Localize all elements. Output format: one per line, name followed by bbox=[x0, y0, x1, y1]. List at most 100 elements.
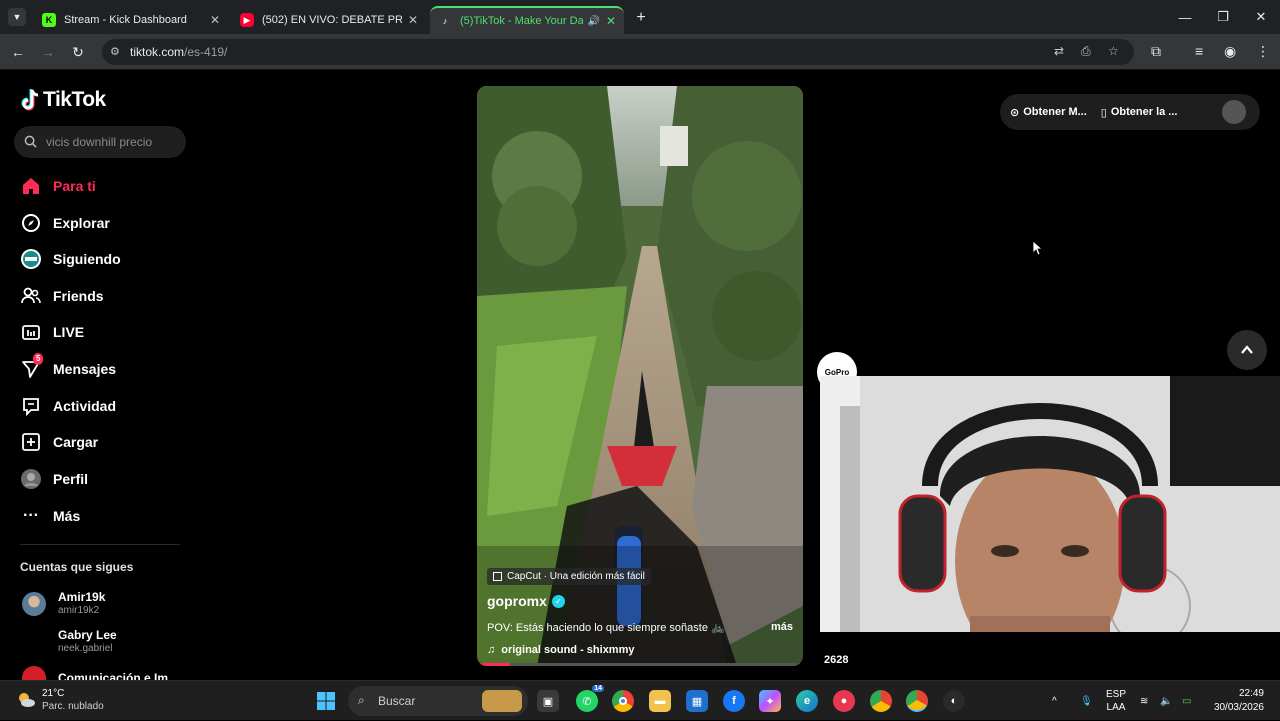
plus-icon: + bbox=[636, 9, 646, 26]
chrome-icon[interactable] bbox=[612, 690, 634, 712]
scroll-up-button[interactable] bbox=[1227, 330, 1267, 370]
extensions-icon[interactable]: ⧉ bbox=[1151, 43, 1161, 60]
tab-title: Stream - Kick Dashboard bbox=[64, 14, 187, 26]
microphone-icon[interactable]: 🎙 bbox=[1080, 681, 1093, 721]
avatar bbox=[22, 629, 46, 654]
close-icon[interactable]: ✕ bbox=[210, 13, 220, 27]
description-text: POV: Estás haciendo lo que siempre soñas… bbox=[487, 622, 725, 634]
minimize-button[interactable]: — bbox=[1166, 0, 1204, 34]
following-account[interactable]: Amir19k amir19k2 bbox=[22, 590, 105, 617]
close-icon[interactable]: ✕ bbox=[408, 13, 418, 27]
task-view-icon[interactable]: ▣ bbox=[537, 690, 559, 712]
nav-label: Perfil bbox=[53, 471, 89, 487]
nav-live[interactable]: LIVE bbox=[20, 320, 84, 344]
nav-explorar[interactable]: Explorar bbox=[20, 211, 110, 235]
tab-kick[interactable]: K Stream - Kick Dashboard ✕ bbox=[34, 6, 228, 34]
obs-icon[interactable]: ◐ bbox=[943, 690, 965, 712]
bookmark-star-icon[interactable]: ☆ bbox=[1108, 44, 1119, 58]
tab-youtube[interactable]: ▶ (502) EN VIVO: DEBATE PRESIDE ✕ bbox=[232, 6, 426, 34]
home-icon bbox=[20, 175, 42, 197]
compass-icon bbox=[20, 212, 42, 234]
edge-icon[interactable]: e bbox=[796, 690, 818, 712]
verified-icon: ✓ bbox=[551, 594, 565, 608]
nav-para-ti[interactable]: Para ti bbox=[20, 174, 96, 198]
wifi-icon[interactable]: ≋ bbox=[1140, 681, 1148, 721]
video-description: POV: Estás haciendo lo que siempre soñas… bbox=[487, 621, 793, 634]
chrome-profile-icon[interactable] bbox=[870, 690, 892, 712]
translate-icon[interactable]: ⇄ bbox=[1054, 44, 1064, 58]
webcam-overlay bbox=[820, 376, 1280, 632]
upload-icon bbox=[20, 431, 42, 453]
speaker-icon[interactable]: 🔊 bbox=[587, 16, 599, 27]
install-app-icon[interactable]: ⎙ bbox=[1081, 44, 1091, 59]
tab-title: (5)TikTok - Make Your Day bbox=[460, 15, 584, 27]
site-info-icon[interactable]: ⚙ bbox=[110, 45, 120, 58]
chevron-up-tray-icon[interactable]: ^ bbox=[1052, 681, 1057, 721]
capcut-icon bbox=[493, 572, 502, 581]
messages-icon: 5 bbox=[20, 353, 44, 380]
new-tab-button[interactable]: + bbox=[630, 7, 652, 29]
nav-perfil[interactable]: Perfil bbox=[20, 467, 88, 491]
menu-dots-icon[interactable]: ⋮ bbox=[1256, 43, 1270, 60]
get-coins-button[interactable]: ⊙ Obtener M... bbox=[1010, 106, 1087, 119]
nav-siguiendo[interactable]: Siguiendo bbox=[20, 247, 121, 271]
activity-icon bbox=[20, 395, 42, 417]
weather-widget[interactable]: 21°C Parc. nublado bbox=[16, 687, 104, 713]
get-app-button[interactable]: ▯ Obtener la ... bbox=[1101, 106, 1178, 119]
nav-friends[interactable]: Friends bbox=[20, 284, 104, 308]
nav-actividad[interactable]: Actividad bbox=[20, 394, 116, 418]
tiktok-page: TikTok vicis downhill precio Para ti Exp… bbox=[0, 70, 1280, 680]
app-red-icon[interactable]: ● bbox=[833, 690, 855, 712]
tab-search-button[interactable]: ▼ bbox=[8, 8, 26, 26]
following-section-title: Cuentas que sigues bbox=[20, 560, 134, 574]
whatsapp-icon[interactable]: ✆ 14 bbox=[576, 685, 604, 712]
profile-avatar-icon[interactable]: ◉ bbox=[1224, 43, 1236, 60]
get-app-label: Obtener la ... bbox=[1110, 106, 1178, 118]
tiktok-logo[interactable]: TikTok bbox=[20, 88, 106, 112]
address-bar[interactable]: ⚙ tiktok.com/es-419/ bbox=[102, 39, 1134, 65]
capcut-tag[interactable]: CapCut · Una edición más fácil bbox=[487, 568, 651, 585]
back-button[interactable]: ← bbox=[8, 42, 28, 62]
store-icon[interactable]: ▦ bbox=[686, 690, 708, 712]
author-name: gopromx bbox=[487, 593, 547, 609]
video-sound[interactable]: ♫ original sound - shixmmy bbox=[487, 644, 793, 656]
whatsapp-badge: 14 bbox=[592, 685, 604, 692]
media-control-icon[interactable]: ≡ bbox=[1195, 43, 1203, 59]
video-player[interactable]: CapCut · Una edición más fácil gopromx ✓ … bbox=[477, 86, 803, 666]
search-input[interactable]: vicis downhill precio bbox=[14, 126, 186, 158]
forward-button[interactable]: → bbox=[38, 42, 58, 62]
close-icon[interactable]: ✕ bbox=[606, 14, 616, 28]
start-button[interactable] bbox=[315, 690, 337, 712]
close-window-button[interactable]: ✕ bbox=[1242, 0, 1280, 34]
file-explorer-icon[interactable]: ▬ bbox=[649, 690, 671, 712]
nav-mas[interactable]: ··· Más bbox=[20, 504, 80, 528]
account-handle: neek.gabriel bbox=[58, 643, 113, 654]
facebook-icon[interactable]: f bbox=[723, 690, 745, 712]
system-clock[interactable]: 22:49 30/03/2026 bbox=[1210, 687, 1264, 715]
partly-cloudy-icon bbox=[19, 693, 35, 707]
following-account[interactable]: Gabry Lee neek.gabriel bbox=[22, 628, 117, 655]
taskbar-search-label: Buscar bbox=[378, 694, 416, 708]
chrome-active-icon[interactable] bbox=[906, 690, 928, 712]
nav-mensajes[interactable]: 5 Mensajes bbox=[20, 353, 116, 381]
following-account[interactable]: Comunicación e Im... bbox=[22, 666, 178, 680]
language-indicator[interactable]: ESP LAA bbox=[1106, 681, 1126, 721]
taskbar-search[interactable]: ⌕ Buscar bbox=[348, 686, 528, 716]
volume-icon[interactable]: 🔈 bbox=[1160, 681, 1172, 721]
nav-label: LIVE bbox=[53, 324, 85, 340]
video-progress-bar[interactable] bbox=[477, 663, 803, 666]
account-name: Amir19k bbox=[58, 590, 106, 604]
more-link[interactable]: más bbox=[771, 621, 793, 634]
nav-label: Actividad bbox=[53, 398, 117, 414]
reload-button[interactable]: ↻ bbox=[68, 42, 88, 62]
user-avatar[interactable] bbox=[1222, 100, 1246, 124]
tab-tiktok[interactable]: ♪ (5)TikTok - Make Your Day 🔊 ✕ bbox=[430, 6, 624, 34]
video-author[interactable]: gopromx ✓ bbox=[487, 593, 793, 609]
search-highlight-icon bbox=[482, 690, 522, 712]
copilot-icon[interactable]: ✦ bbox=[759, 690, 781, 712]
search-icon bbox=[24, 135, 37, 148]
maximize-button[interactable]: ❐ bbox=[1204, 0, 1242, 34]
tiktok-logo-icon bbox=[21, 89, 39, 111]
nav-cargar[interactable]: Cargar bbox=[20, 430, 98, 454]
battery-icon[interactable]: ▭ bbox=[1182, 681, 1191, 721]
